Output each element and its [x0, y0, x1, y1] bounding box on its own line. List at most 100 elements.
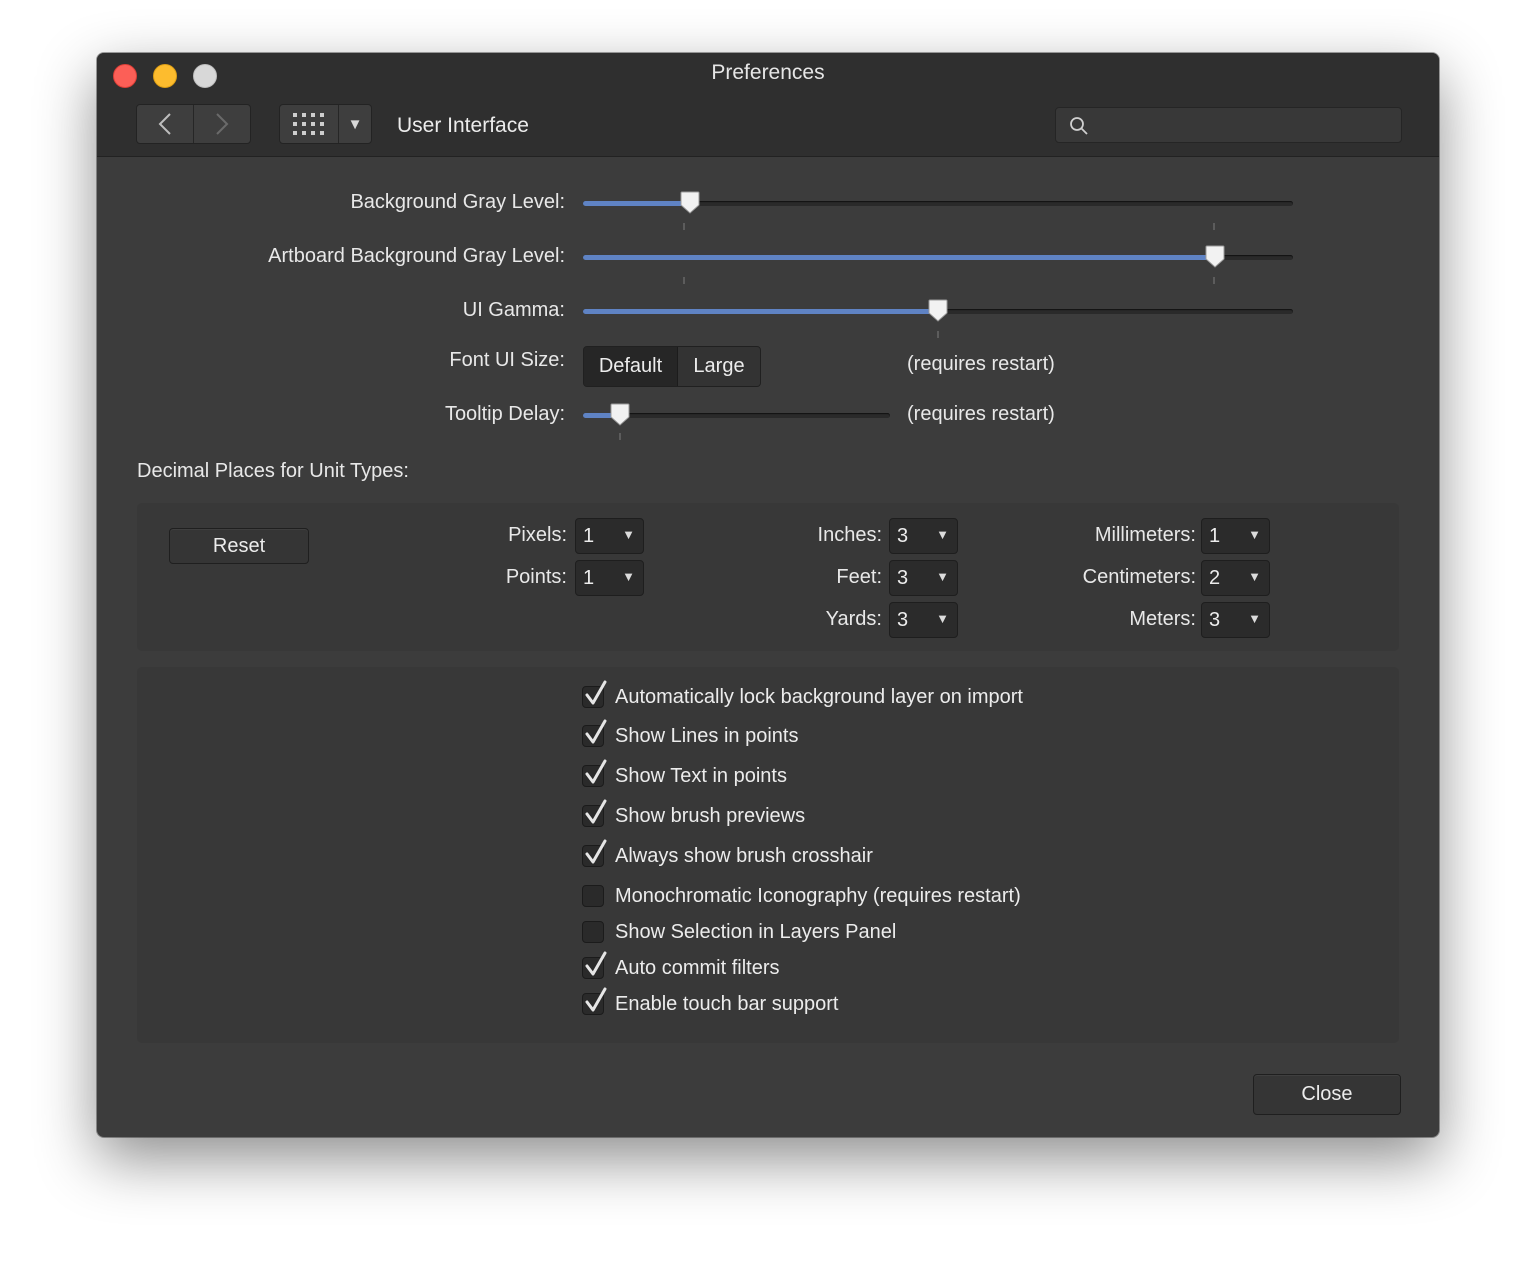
- background-gray-label: Background Gray Level:: [350, 191, 565, 213]
- millimeters-value: 1: [1209, 525, 1221, 547]
- option-row[interactable]: Show Text in points: [582, 759, 787, 791]
- slider-thumb[interactable]: [610, 403, 630, 427]
- inches-value: 3: [897, 525, 909, 547]
- tooltip-delay-slider[interactable]: [583, 403, 890, 427]
- tooltip-restart-note: (requires restart): [907, 403, 1055, 425]
- ui-gamma-slider[interactable]: [583, 299, 1293, 323]
- checkbox[interactable]: [582, 799, 607, 827]
- feet-value: 3: [897, 567, 909, 589]
- feet-label: Feet:: [836, 566, 882, 588]
- font-size-restart-note: (requires restart): [907, 353, 1055, 375]
- background-gray-slider[interactable]: [583, 191, 1293, 215]
- checkmark-icon: [585, 719, 607, 744]
- search-input[interactable]: [1096, 108, 1395, 144]
- meters-label: Meters:: [1129, 608, 1196, 630]
- checkbox[interactable]: [582, 951, 607, 979]
- checkbox[interactable]: [582, 759, 607, 787]
- triangle-down-icon: ▼: [1248, 569, 1261, 584]
- slider-tick: [683, 223, 685, 230]
- triangle-down-icon: ▼: [936, 527, 949, 542]
- triangle-down-icon: ▼: [936, 569, 949, 584]
- slider-tick: [937, 331, 939, 338]
- back-button[interactable]: [137, 105, 193, 143]
- slider-fill: [583, 309, 938, 314]
- show-all-control: ▼: [279, 104, 372, 144]
- chevron-right-icon: [216, 113, 229, 135]
- option-label: Show Lines in points: [615, 724, 799, 747]
- option-label: Show Selection in Layers Panel: [615, 920, 897, 943]
- forward-button[interactable]: [193, 105, 250, 143]
- checkmark-icon: [585, 839, 607, 864]
- points-value: 1: [583, 567, 595, 589]
- points-dropdown[interactable]: 1 ▼: [575, 560, 644, 596]
- meters-dropdown[interactable]: 3 ▼: [1201, 602, 1270, 638]
- checkmark-icon: [585, 799, 607, 824]
- feet-dropdown[interactable]: 3 ▼: [889, 560, 958, 596]
- decimal-places-heading: Decimal Places for Unit Types:: [137, 460, 409, 482]
- slider-thumb[interactable]: [680, 191, 700, 215]
- checkbox[interactable]: [582, 719, 607, 747]
- checkbox[interactable]: [582, 987, 607, 1015]
- chevron-left-icon: [158, 113, 171, 135]
- decimal-places-panel: Reset Pixels: 1 ▼ Points: 1 ▼ Inches: 3 …: [137, 503, 1399, 651]
- option-label: Automatically lock background layer on i…: [615, 685, 1023, 708]
- option-row[interactable]: Show Selection in Layers Panel: [582, 917, 896, 947]
- triangle-down-icon: ▼: [347, 115, 363, 133]
- centimeters-label: Centimeters:: [1082, 566, 1196, 588]
- points-label: Points:: [505, 566, 567, 588]
- triangle-down-icon: ▼: [1248, 611, 1261, 626]
- checkbox[interactable]: [582, 885, 604, 907]
- pixels-dropdown[interactable]: 1 ▼: [575, 518, 644, 554]
- triangle-down-icon: ▼: [622, 527, 635, 542]
- slider-thumb[interactable]: [1205, 245, 1225, 269]
- font-size-default-option[interactable]: Default: [584, 347, 677, 386]
- tooltip-delay-label: Tooltip Delay:: [444, 403, 565, 425]
- triangle-down-icon: ▼: [936, 611, 949, 626]
- magnifier-icon: [1070, 117, 1088, 135]
- section-title: User Interface: [397, 114, 529, 137]
- option-row[interactable]: Show Lines in points: [582, 719, 799, 751]
- grid-icon: [293, 113, 324, 135]
- slider-thumb[interactable]: [928, 299, 948, 323]
- title-bar: Preferences ▼ User Interface: [97, 53, 1439, 157]
- yards-label: Yards:: [825, 608, 882, 630]
- close-button[interactable]: Close: [1253, 1074, 1401, 1115]
- pixels-label: Pixels:: [508, 524, 567, 546]
- option-row[interactable]: Monochromatic Iconography (requires rest…: [582, 881, 1021, 911]
- artboard-gray-slider[interactable]: [583, 245, 1293, 269]
- slider-tick: [683, 277, 685, 284]
- show-all-dropdown[interactable]: ▼: [339, 105, 371, 143]
- yards-value: 3: [897, 609, 909, 631]
- checkbox[interactable]: [582, 680, 607, 708]
- show-all-button[interactable]: [280, 105, 339, 143]
- pixels-value: 1: [583, 525, 595, 547]
- slider-tick: [1213, 277, 1215, 284]
- window-title: Preferences: [711, 61, 825, 84]
- inches-dropdown[interactable]: 3 ▼: [889, 518, 958, 554]
- triangle-down-icon: ▼: [622, 569, 635, 584]
- option-row[interactable]: Always show brush crosshair: [582, 839, 873, 871]
- triangle-down-icon: ▼: [1248, 527, 1261, 542]
- ui-gamma-label: UI Gamma:: [462, 299, 565, 321]
- checkbox[interactable]: [582, 839, 607, 867]
- inches-label: Inches:: [817, 524, 882, 546]
- option-label: Auto commit filters: [615, 956, 780, 979]
- preferences-window: Preferences ▼ User Interface Background …: [97, 53, 1439, 1137]
- font-size-large-option[interactable]: Large: [677, 347, 760, 386]
- checkbox[interactable]: [582, 921, 604, 943]
- centimeters-dropdown[interactable]: 2 ▼: [1201, 560, 1270, 596]
- option-row[interactable]: Enable touch bar support: [582, 987, 839, 1019]
- option-label: Show Text in points: [615, 764, 787, 787]
- option-row[interactable]: Auto commit filters: [582, 951, 780, 983]
- checkmark-icon: [585, 987, 607, 1012]
- millimeters-dropdown[interactable]: 1 ▼: [1201, 518, 1270, 554]
- option-row[interactable]: Automatically lock background layer on i…: [582, 680, 1023, 712]
- navigation-buttons: [136, 104, 251, 144]
- reset-button[interactable]: Reset: [169, 528, 309, 564]
- font-ui-size-label: Font UI Size:: [449, 349, 565, 371]
- search-field[interactable]: [1055, 107, 1402, 144]
- meters-value: 3: [1209, 609, 1221, 631]
- millimeters-label: Millimeters:: [1094, 524, 1196, 546]
- yards-dropdown[interactable]: 3 ▼: [889, 602, 958, 638]
- option-row[interactable]: Show brush previews: [582, 799, 805, 831]
